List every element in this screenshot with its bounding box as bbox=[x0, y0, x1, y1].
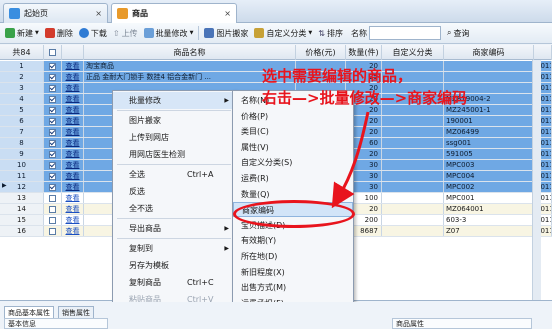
tab-basic-attributes[interactable]: 商品基本属性 bbox=[4, 306, 54, 318]
basic-info-title: 基本信息 bbox=[8, 320, 36, 328]
highlight-ellipse bbox=[233, 200, 355, 228]
annotation-arrow bbox=[331, 111, 370, 209]
detail-panel: 商品基本属性 销售属性 基本信息 商品属性 bbox=[0, 302, 552, 329]
product-attributes-title: 商品属性 bbox=[396, 320, 424, 328]
vertical-scrollbar[interactable] bbox=[532, 60, 541, 300]
product-attributes-pane: 商品属性 bbox=[392, 318, 532, 329]
tab-sales-attributes[interactable]: 销售属性 bbox=[58, 306, 94, 318]
arrow-line bbox=[331, 111, 370, 209]
basic-info-pane: 基本信息 bbox=[4, 318, 108, 329]
